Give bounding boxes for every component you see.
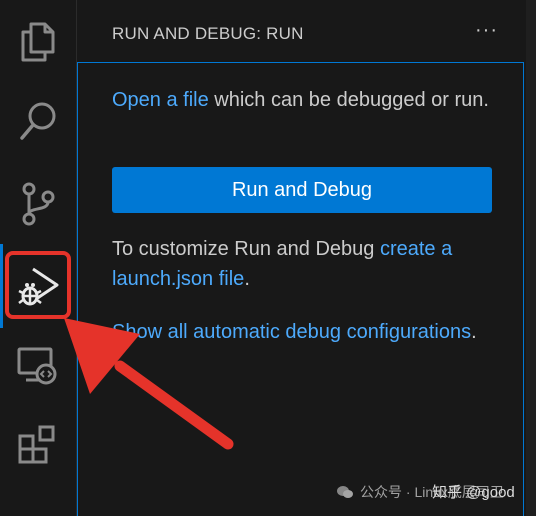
activity-extensions[interactable] [0, 406, 76, 482]
files-icon [21, 22, 55, 62]
customize-text-after: . [244, 268, 250, 290]
activity-remote-explorer[interactable] [0, 328, 76, 404]
run-and-debug-button[interactable]: Run and Debug [112, 167, 492, 213]
customize-text: To customize Run and Debug create a laun… [112, 234, 492, 294]
customize-text-before: To customize Run and Debug [112, 238, 380, 260]
search-icon [20, 102, 56, 140]
run-debug-sidebar: RUN AND DEBUG: RUN ··· Open a file which… [77, 0, 526, 516]
activity-source-control[interactable] [0, 166, 76, 242]
more-actions-button[interactable]: ··· [475, 18, 498, 42]
show-automatic-debug-link[interactable]: Show all automatic debug configurations [112, 321, 471, 343]
run-debug-highlight [5, 251, 71, 319]
run-debug-view: Open a file which can be debugged or run… [77, 62, 524, 516]
intro-text: Open a file which can be debugged or run… [112, 85, 492, 115]
watermark-overlay: 知乎 @good [432, 484, 515, 501]
vscode-window: RUN AND DEBUG: RUN ··· Open a file which… [0, 0, 536, 516]
source-control-icon [22, 182, 55, 226]
auto-debug-text: Show all automatic debug configurations. [112, 317, 492, 347]
extensions-icon [18, 425, 55, 464]
sidebar-title: RUN AND DEBUG: RUN [112, 24, 304, 43]
activity-search[interactable] [0, 84, 76, 160]
auto-debug-text-after: . [471, 321, 477, 343]
intro-text-rest: which can be debugged or run. [208, 89, 489, 111]
remote-explorer-icon [17, 347, 57, 385]
activity-bar [0, 0, 77, 516]
open-file-link[interactable]: Open a file [112, 89, 209, 111]
wechat-icon [337, 486, 353, 498]
editor-edge [526, 0, 536, 516]
activity-explorer[interactable] [0, 4, 76, 80]
